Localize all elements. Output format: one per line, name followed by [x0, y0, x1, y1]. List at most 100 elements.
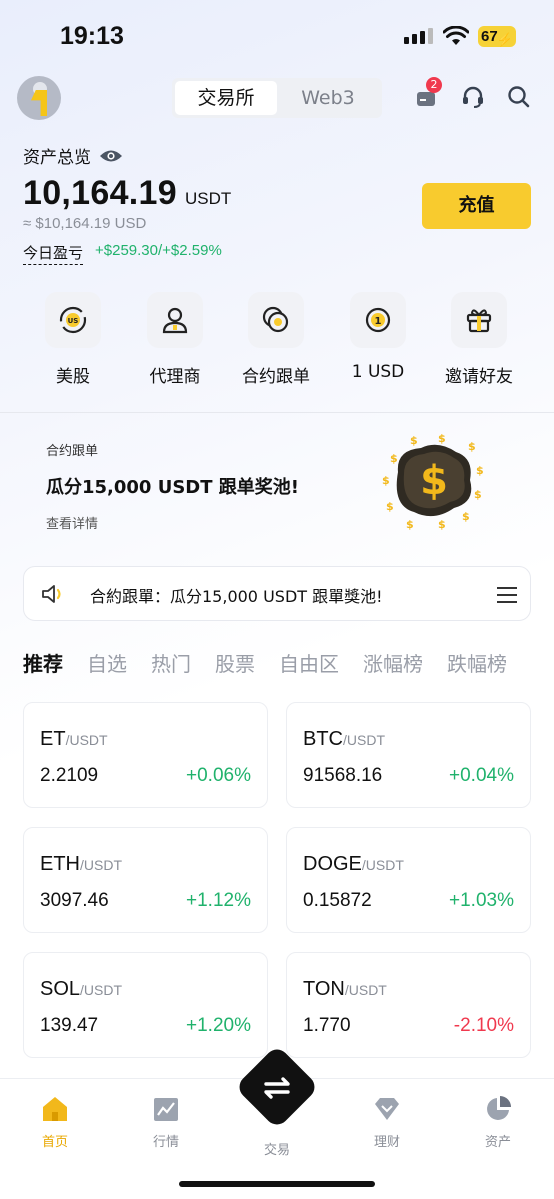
quick-action-us-stocks[interactable]: US 美股 — [28, 292, 118, 387]
finance-icon — [375, 1098, 399, 1120]
pair-change: -2.10% — [453, 1015, 514, 1036]
svg-text:$: $ — [410, 434, 418, 447]
pair-base: SOL — [40, 978, 81, 1000]
balance-unit: USDT — [184, 189, 232, 208]
quick-action-label: 合约跟单 — [242, 367, 310, 387]
pair-base: BTC — [303, 728, 343, 750]
pair-change: +1.03% — [449, 890, 514, 911]
assets-pie-icon — [487, 1096, 511, 1120]
home-icon — [43, 1097, 67, 1121]
svg-text:$: $ — [382, 474, 390, 487]
nav-trade[interactable]: 交易 — [237, 1135, 317, 1158]
menu-icon[interactable] — [497, 586, 517, 604]
pair-base: ET — [40, 728, 66, 750]
section-divider — [0, 412, 554, 413]
svg-text:$: $ — [386, 500, 394, 513]
search-icon — [508, 86, 530, 108]
pair-quote: /USDT — [343, 732, 385, 748]
top-bar: 交易所 Web3 2 — [0, 76, 554, 120]
quick-action-label: 代理商 — [149, 367, 201, 387]
agent-icon — [162, 307, 188, 334]
card-notification-button[interactable]: 2 — [414, 77, 442, 110]
pair-price: 0.15872 — [303, 890, 372, 911]
nav-finance[interactable]: 理财 — [347, 1095, 427, 1150]
today-pnl-value: +$259.30/+$2.59% — [95, 242, 222, 259]
tab-free-zone[interactable]: 自由区 — [279, 648, 339, 677]
announcement-text: 合約跟單：瓜分15,000 USDT 跟單獎池! — [90, 587, 383, 606]
asset-overview: 资产总览 10,164.19 USDT ≈ $10,164.19 USD 今日盈… — [23, 143, 231, 265]
market-card[interactable]: BTC/USDT 91568.16 +0.04% — [286, 702, 531, 808]
pair-price: 1.770 — [303, 1015, 351, 1036]
promo-details-link[interactable]: 查看详情 — [46, 513, 299, 532]
avatar[interactable] — [17, 76, 61, 120]
pair-price: 91568.16 — [303, 765, 383, 786]
market-tabs: 推荐 自选 热门 股票 自由区 涨幅榜 跌幅榜 — [23, 648, 507, 677]
svg-text:1: 1 — [375, 316, 382, 327]
pair-price: 139.47 — [40, 1015, 99, 1036]
quick-action-label: 1 USD — [351, 362, 405, 382]
svg-text:$: $ — [390, 452, 398, 465]
tab-hot[interactable]: 热门 — [151, 648, 191, 677]
nav-assets[interactable]: 资产 — [458, 1095, 538, 1150]
segment-web3[interactable]: Web3 — [277, 81, 379, 115]
tab-stocks[interactable]: 股票 — [215, 648, 255, 677]
promo-title: 瓜分15,000 USDT 跟单奖池! — [46, 477, 300, 498]
nav-label: 理财 — [373, 1135, 400, 1150]
tab-favorites[interactable]: 自选 — [87, 648, 127, 677]
quick-action-invite[interactable]: 邀请好友 — [434, 292, 524, 387]
headset-icon — [463, 86, 483, 108]
quick-actions: US 美股 代理商 合约跟单 1 1 USD 邀请好友 — [0, 292, 554, 392]
tab-recommended[interactable]: 推荐 — [23, 648, 63, 677]
nav-label: 行情 — [152, 1135, 179, 1150]
promo-tag: 合约跟单 — [46, 444, 99, 459]
quick-action-copy-trade[interactable]: 合约跟单 — [231, 292, 321, 387]
svg-text:$: $ — [420, 458, 448, 504]
nav-label: 交易 — [263, 1143, 290, 1158]
quick-action-label: 邀请好友 — [445, 367, 513, 387]
pair-base: DOGE — [303, 853, 362, 875]
svg-text:$: $ — [462, 510, 470, 523]
pair-quote: /USDT — [65, 732, 108, 748]
nav-market[interactable]: 行情 — [126, 1095, 206, 1150]
tab-losers[interactable]: 跌幅榜 — [447, 648, 507, 677]
svg-text:$: $ — [406, 518, 414, 531]
status-time: 19:13 — [60, 22, 124, 50]
today-pnl-label[interactable]: 今日盈亏 — [23, 242, 84, 265]
search-button[interactable] — [506, 84, 532, 110]
pair-quote: /USDT — [361, 857, 404, 873]
copy-trade-icon — [262, 306, 289, 333]
nav-label: 资产 — [484, 1135, 511, 1150]
quick-action-label: 美股 — [56, 367, 90, 387]
announcement-bar[interactable]: 合約跟單：瓜分15,000 USDT 跟單獎池! — [23, 566, 531, 621]
exchange-web3-switch: 交易所 Web3 — [172, 78, 382, 118]
balance-usd-approx: ≈ $10,164.19 USD — [23, 215, 147, 232]
market-card[interactable]: ET/USDT 2.2109 +0.06% — [23, 702, 268, 808]
battery-indicator: 67 ⚡ — [478, 26, 516, 47]
svg-text:$: $ — [468, 440, 476, 453]
promo-banner[interactable]: 合约跟单 瓜分15,000 USDT 跟单奖池! 查看详情 — [46, 440, 299, 532]
deposit-button[interactable]: 充值 — [422, 183, 531, 229]
tab-gainers[interactable]: 涨幅榜 — [363, 648, 423, 677]
market-card[interactable]: DOGE/USDT 0.15872 +1.03% — [286, 827, 531, 933]
pair-change: +1.20% — [186, 1015, 251, 1036]
trade-icon — [264, 1077, 290, 1099]
quick-action-agent[interactable]: 代理商 — [130, 292, 220, 387]
support-button[interactable] — [460, 84, 486, 110]
speaker-icon — [42, 585, 61, 603]
nav-label: 首页 — [41, 1135, 68, 1150]
total-balance: 10,164.19 — [23, 174, 177, 212]
eye-icon[interactable] — [99, 148, 123, 164]
dollar-coin-illustration: $ $$$ $ $$ $$$ $$ — [382, 432, 484, 531]
market-card[interactable]: TON/USDT 1.770 -2.10% — [286, 952, 531, 1058]
market-card[interactable]: ETH/USDT 3097.46 +1.12% — [23, 827, 268, 933]
nav-home[interactable]: 首页 — [15, 1095, 95, 1150]
market-card[interactable]: SOL/USDT 139.47 +1.20% — [23, 952, 268, 1058]
segment-exchange[interactable]: 交易所 — [175, 81, 277, 115]
gift-icon — [466, 309, 492, 333]
battery-level: 67 — [481, 28, 498, 45]
pair-base: TON — [303, 978, 345, 1000]
quick-action-one-usd[interactable]: 1 1 USD — [333, 292, 423, 382]
svg-text:$: $ — [438, 518, 446, 531]
pair-quote: /USDT — [80, 982, 123, 998]
svg-text:$: $ — [438, 432, 446, 445]
